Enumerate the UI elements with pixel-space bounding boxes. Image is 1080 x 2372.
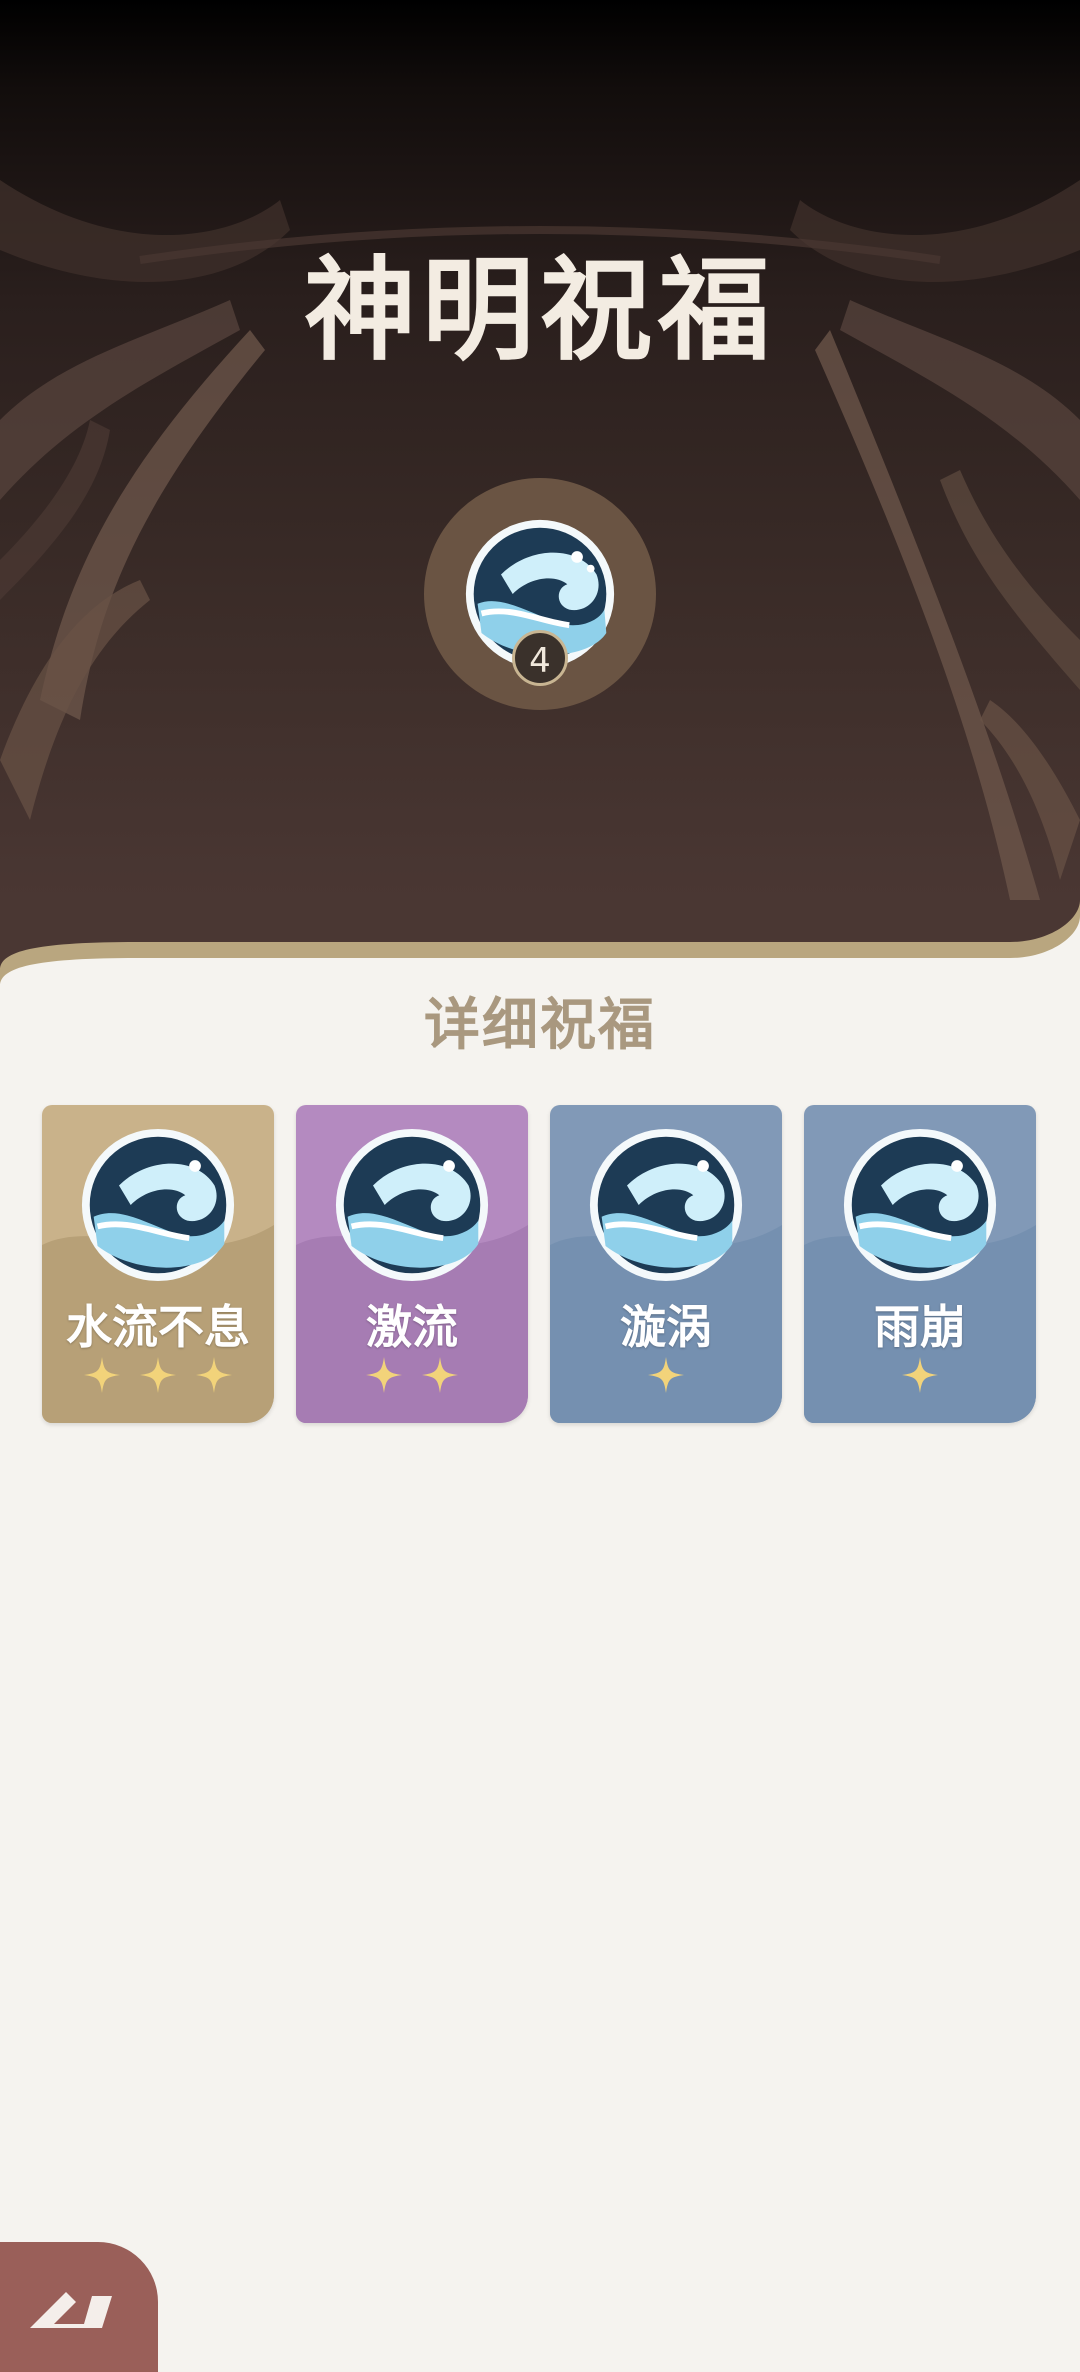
- back-arrow-icon: [30, 2292, 112, 2328]
- page-title: 神明祝福: [304, 245, 776, 376]
- water-wave-icon: [843, 1128, 997, 1282]
- blessing-card[interactable]: 雨崩: [804, 1105, 1036, 1423]
- blessing-name: 漩涡: [620, 1300, 712, 1354]
- blessing-card[interactable]: 漩涡: [550, 1105, 782, 1423]
- water-wave-icon: [335, 1128, 489, 1282]
- blessing-name: 雨崩: [874, 1300, 966, 1354]
- star-icon: [422, 1357, 458, 1393]
- star-icon: [84, 1357, 120, 1393]
- star-rating: [550, 1357, 782, 1393]
- blessing-card[interactable]: 激流: [296, 1105, 528, 1423]
- water-wave-icon: [81, 1128, 235, 1282]
- blessing-name: 激流: [366, 1300, 458, 1354]
- star-rating: [296, 1357, 528, 1393]
- star-icon: [648, 1357, 684, 1393]
- star-icon: [366, 1357, 402, 1393]
- star-icon: [196, 1357, 232, 1393]
- star-rating: [42, 1357, 274, 1393]
- star-rating: [804, 1357, 1036, 1393]
- blessing-card[interactable]: 水流不息: [42, 1105, 274, 1423]
- details-title: 详细祝福: [424, 992, 656, 1058]
- star-icon: [902, 1357, 938, 1393]
- star-icon: [140, 1357, 176, 1393]
- blessing-count-badge: 4: [512, 630, 568, 686]
- back-button[interactable]: [0, 2242, 158, 2372]
- blessing-name: 水流不息: [66, 1300, 250, 1354]
- water-wave-icon: [589, 1128, 743, 1282]
